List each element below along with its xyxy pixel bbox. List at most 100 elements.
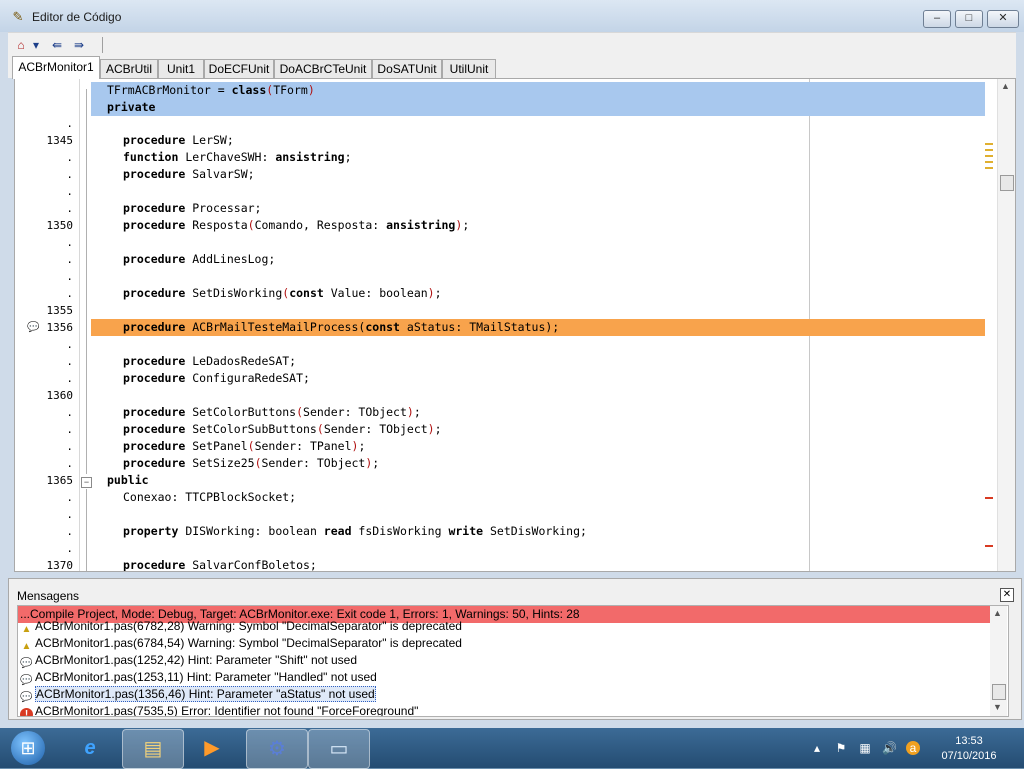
editor-app-icon: ✎ bbox=[12, 9, 24, 24]
code-line: procedure Processar; bbox=[123, 201, 262, 215]
file-tabs: ACBrMonitor1 ACBrUtil Unit1 DoECFUnit Do… bbox=[8, 56, 1016, 79]
hint-gutter-icon[interactable]: 💬 bbox=[27, 322, 39, 333]
code-line: TFrmACBrMonitor = class(TForm) bbox=[91, 82, 985, 99]
messages-title: Mensagens bbox=[17, 589, 80, 603]
line-number: . bbox=[66, 168, 73, 181]
code-line: private bbox=[91, 99, 985, 116]
overview-error-mark[interactable] bbox=[985, 545, 993, 547]
notepad-icon[interactable]: ▭ bbox=[308, 729, 370, 769]
close-button[interactable]: ✕ bbox=[987, 10, 1019, 28]
overview-mark[interactable] bbox=[985, 143, 993, 145]
home-icon[interactable]: ⌂ bbox=[12, 36, 30, 54]
overview-mark[interactable] bbox=[985, 155, 993, 157]
tab-acbrutil[interactable]: ACBrUtil bbox=[100, 59, 158, 78]
line-number: . bbox=[66, 117, 73, 130]
editor-vertical-scrollbar[interactable]: ▲ bbox=[997, 79, 1015, 571]
message-row[interactable]: ▲ ACBrMonitor1.pas(6784,54) Warning: Symb… bbox=[18, 635, 990, 652]
line-number: . bbox=[66, 338, 73, 351]
line-number: . bbox=[66, 542, 73, 555]
message-row[interactable]: ! ACBrMonitor1.pas(7535,5) Error: Identif… bbox=[18, 703, 990, 717]
tab-doecfunit[interactable]: DoECFUnit bbox=[204, 59, 274, 78]
code-line: procedure SalvarSW; bbox=[123, 167, 255, 181]
code-line: procedure SetColorSubButtons(Sender: TOb… bbox=[123, 422, 442, 436]
media-player-icon[interactable]: ▶ bbox=[182, 729, 242, 767]
file-explorer-icon[interactable]: ▤ bbox=[122, 729, 184, 769]
line-number: 1370 bbox=[46, 559, 74, 572]
line-number: 1350 bbox=[46, 219, 74, 232]
code-line: procedure ConfiguraRedeSAT; bbox=[123, 371, 310, 385]
network-icon[interactable]: ▦ bbox=[858, 741, 872, 755]
overview-mark[interactable] bbox=[985, 149, 993, 151]
line-number: 1345 bbox=[46, 134, 74, 147]
line-number: . bbox=[66, 491, 73, 504]
code-line: Conexao: TTCPBlockSocket; bbox=[123, 490, 297, 504]
overview-mark[interactable] bbox=[985, 161, 993, 163]
code-area[interactable]: TFrmACBrMonitor = class(TForm) private p… bbox=[91, 79, 985, 571]
taskbar: ⊞ e ▤ ▶ ⚙ ▭ ▴ ⚑ ▦ 🔊 a 13:53 07/10/2016 bbox=[0, 728, 1024, 769]
windows-logo-icon: ⊞ bbox=[11, 731, 45, 765]
minimize-button[interactable]: ‒ bbox=[923, 10, 951, 28]
messages-panel: Mensagens ✕ ...Compile Project, Mode: De… bbox=[8, 578, 1022, 720]
scroll-up-arrow-icon[interactable]: ▲ bbox=[993, 608, 1002, 618]
message-row[interactable]: 💬 ACBrMonitor1.pas(1253,11) Hint: Paramet… bbox=[18, 669, 990, 686]
jump-forward-icon[interactable]: ⇛ bbox=[70, 36, 88, 54]
line-number-gutter[interactable]: . 1345 . . . . 1350 . . . . 1355 1356 💬 … bbox=[15, 79, 80, 571]
message-row[interactable]: ▲ ACBrMonitor1.pas(6782,28) Warning: Symb… bbox=[18, 618, 990, 635]
code-line: procedure SalvarConfBoletos; bbox=[123, 558, 317, 572]
code-line: function LerChaveSWH: ansistring; bbox=[123, 150, 352, 164]
code-line: procedure AddLinesLog; bbox=[123, 252, 276, 266]
maximize-button[interactable]: □ bbox=[955, 10, 983, 28]
code-line: procedure SetPanel(Sender: TPanel); bbox=[123, 439, 366, 453]
clock-date: 07/10/2016 bbox=[941, 750, 997, 762]
system-clock[interactable]: 13:53 07/10/2016 bbox=[934, 734, 1004, 764]
start-button[interactable]: ⊞ bbox=[4, 728, 52, 768]
scrollbar-thumb[interactable] bbox=[992, 684, 1006, 700]
line-number: . bbox=[66, 440, 73, 453]
tab-acbrmonitor1[interactable]: ACBrMonitor1 bbox=[12, 56, 100, 79]
messages-vertical-scrollbar[interactable]: ▲ ▼ bbox=[990, 606, 1007, 716]
code-line: public bbox=[107, 473, 149, 487]
line-number: . bbox=[66, 508, 73, 521]
message-text: ACBrMonitor1.pas(7535,5) Error: Identifi… bbox=[35, 704, 419, 717]
avast-antivirus-icon[interactable]: a bbox=[906, 741, 920, 755]
jump-back-icon[interactable]: ⇚ bbox=[48, 36, 66, 54]
tab-dosatunit[interactable]: DoSATUnit bbox=[372, 59, 442, 78]
scroll-down-arrow-icon[interactable]: ▼ bbox=[993, 702, 1002, 712]
tab-doacbrcteunit[interactable]: DoACBrCTeUnit bbox=[274, 59, 372, 78]
messages-list[interactable]: ...Compile Project, Mode: Debug, Target:… bbox=[17, 605, 1009, 717]
line-number: . bbox=[66, 202, 73, 215]
line-number: . bbox=[66, 236, 73, 249]
line-number: 1360 bbox=[46, 389, 74, 402]
internet-explorer-icon[interactable]: e bbox=[60, 729, 120, 767]
message-text: ACBrMonitor1.pas(1253,11) Hint: Paramete… bbox=[35, 670, 377, 684]
overview-error-mark[interactable] bbox=[985, 497, 993, 499]
code-line: procedure SetSize25(Sender: TObject); bbox=[123, 456, 380, 470]
line-number: . bbox=[66, 372, 73, 385]
code-line: property DISWorking: boolean read fsDisW… bbox=[123, 524, 587, 538]
message-row-selected[interactable]: 💬 ACBrMonitor1.pas(1356,46) Hint: Paramet… bbox=[18, 686, 990, 703]
tab-unit1[interactable]: Unit1 bbox=[158, 59, 204, 78]
title-bar[interactable]: ✎ Editor de Código ‒ □ ✕ bbox=[0, 0, 1024, 32]
line-number: . bbox=[66, 287, 73, 300]
overview-mark[interactable] bbox=[985, 167, 993, 169]
line-number: . bbox=[66, 406, 73, 419]
show-hidden-icons-icon[interactable]: ▴ bbox=[810, 741, 824, 755]
error-icon: ! bbox=[20, 708, 33, 716]
scroll-up-arrow-icon[interactable]: ▲ bbox=[1001, 81, 1010, 91]
dropdown-arrow-icon[interactable]: ▾ bbox=[30, 36, 42, 54]
action-center-flag-icon[interactable]: ⚑ bbox=[834, 741, 848, 755]
scrollbar-thumb[interactable] bbox=[1000, 175, 1014, 191]
lazarus-ide-icon[interactable]: ⚙ bbox=[246, 729, 308, 769]
messages-close-button[interactable]: ✕ bbox=[1000, 588, 1014, 602]
line-number: . bbox=[66, 270, 73, 283]
line-number: . bbox=[66, 253, 73, 266]
source-editor[interactable]: . 1345 . . . . 1350 . . . . 1355 1356 💬 … bbox=[14, 78, 1016, 572]
volume-icon[interactable]: 🔊 bbox=[882, 741, 897, 755]
message-row[interactable]: 💬 ACBrMonitor1.pas(1252,42) Hint: Paramet… bbox=[18, 652, 990, 669]
tab-utilunit[interactable]: UtilUnit bbox=[442, 59, 496, 78]
message-text: ACBrMonitor1.pas(6784,54) Warning: Symbo… bbox=[35, 636, 462, 650]
code-line: procedure Resposta(Comando, Resposta: an… bbox=[123, 218, 470, 232]
message-text: ACBrMonitor1.pas(1252,42) Hint: Paramete… bbox=[35, 653, 358, 667]
line-number: . bbox=[66, 151, 73, 164]
message-text: ACBrMonitor1.pas(1356,46) Hint: Paramete… bbox=[35, 686, 376, 702]
